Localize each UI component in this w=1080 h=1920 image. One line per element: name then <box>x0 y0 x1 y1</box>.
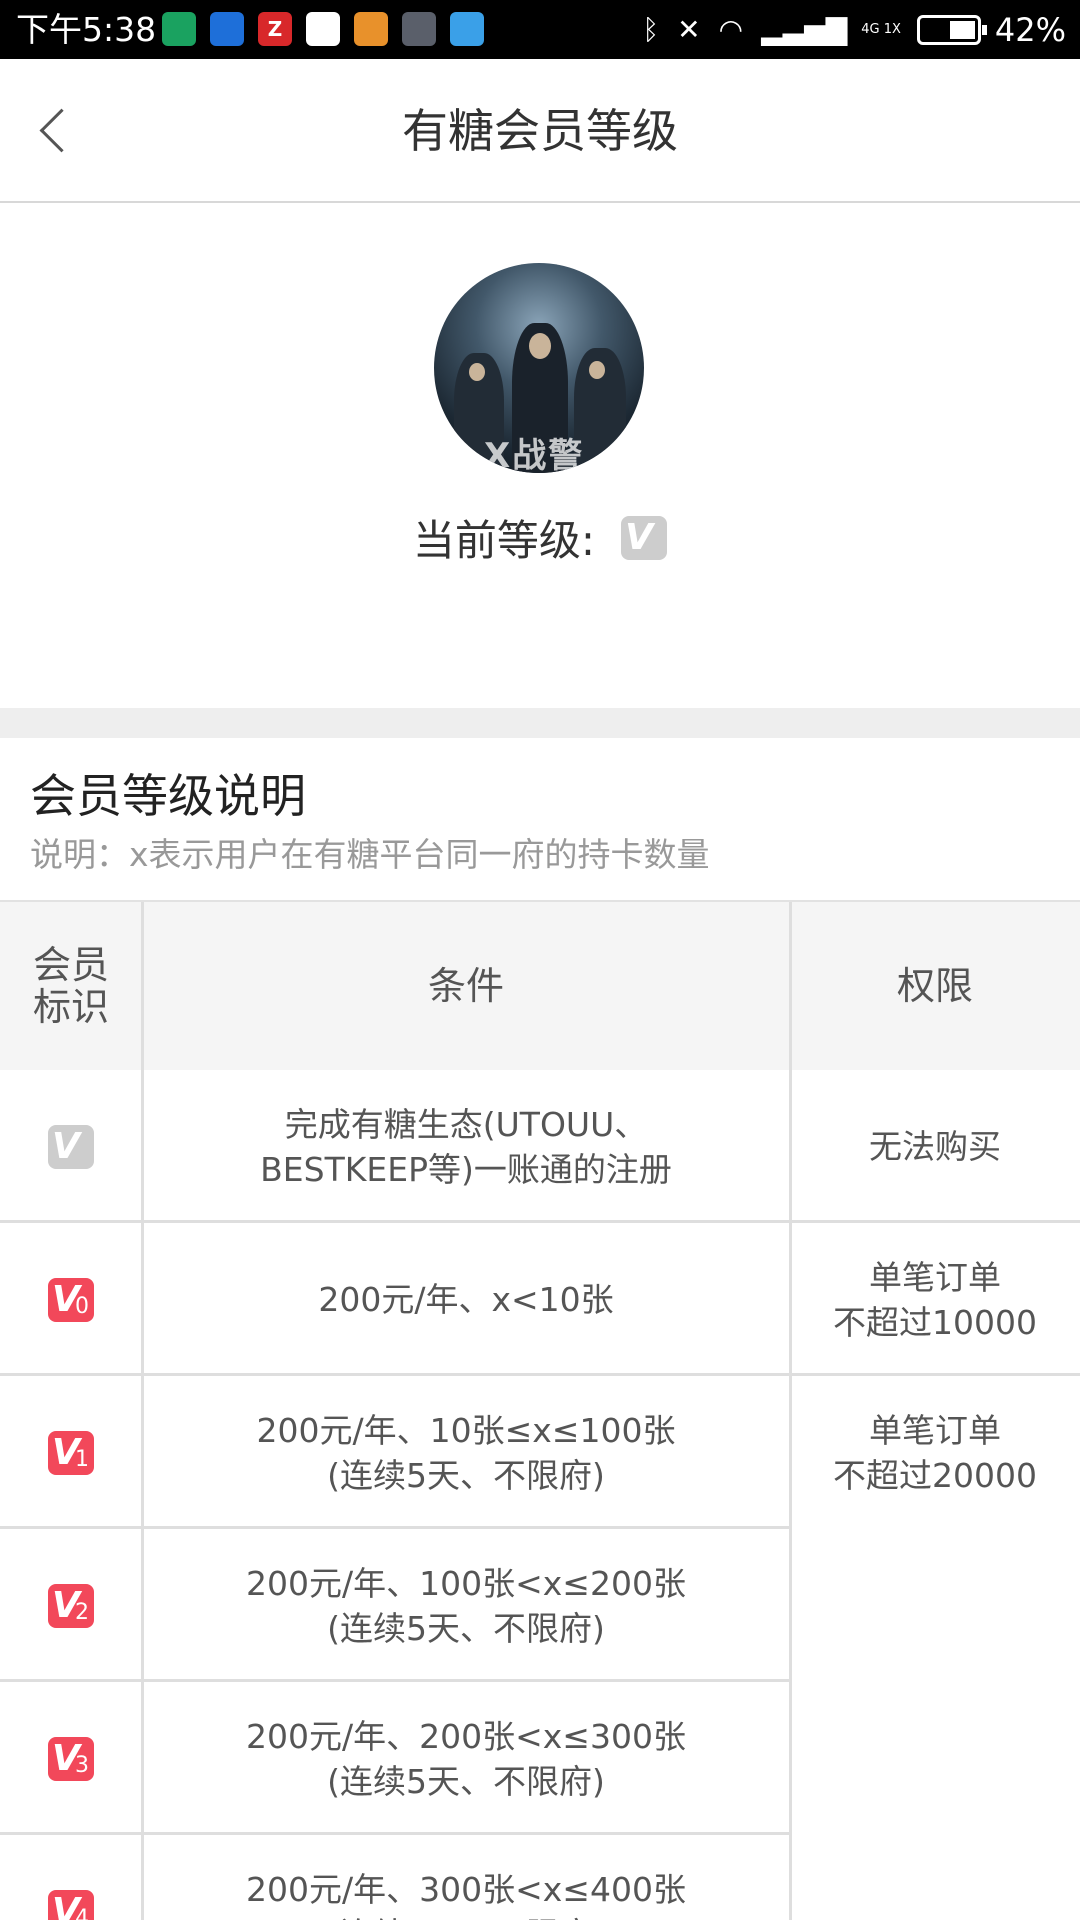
notification-icons: Z <box>162 12 498 46</box>
bluetooth-icon: ᛒ <box>642 13 660 46</box>
permission-cell: 单笔订单 不超过20000 <box>833 1410 1037 1495</box>
level-intro: 会员等级说明 说明：x表示用户在有糖平台同一府的持卡数量 <box>0 738 1080 902</box>
signal-icon: ▂▃▅▇ <box>761 13 848 46</box>
table-row: V 3 200元/年、200张<x≤300张 (连续5天、不限府) <box>0 1682 1080 1835</box>
level-badge-cell: V0 <box>0 1223 142 1376</box>
condition-cell: 200元/年、100张<x≤200张 (连续5天、不限府) <box>246 1563 686 1648</box>
vibrate-off-icon: ✕ <box>677 13 701 46</box>
table-row: V 2 200元/年、100张<x≤200张 (连续5天、不限府) <box>0 1529 1080 1682</box>
status-time: 下午5:38 <box>16 10 157 49</box>
level-badge-cell: V1 <box>0 1376 142 1529</box>
level-badge-cell: V2 <box>0 1529 142 1682</box>
intro-note: 说明：x表示用户在有糖平台同一府的持卡数量 <box>30 835 710 874</box>
permission-cell: 无法购买 <box>869 1127 1001 1166</box>
current-level-row: 当前等级: V <box>0 507 1080 568</box>
condition-cell: 200元/年、300张<x≤400张 (连续5天、不限府) <box>246 1869 686 1920</box>
header-condition: 条件 <box>427 964 504 1008</box>
permission-cell <box>790 1835 1080 1920</box>
level-badge-cell: V <box>0 1070 142 1223</box>
level-table: 会员 标识 条件 权限 V 完成有糖生态(UTOUU、 BESTKEEP等)一账通… <box>0 902 1080 1920</box>
battery-percent: 42% <box>994 11 1066 49</box>
avatar[interactable]: X战警 <box>434 263 644 473</box>
level-badge-cell: V4 <box>0 1835 142 1920</box>
grey-app-icon <box>402 12 436 46</box>
level-badge-icon: V1 <box>48 1430 94 1475</box>
network-type: 4G 1X <box>861 22 901 37</box>
header-badge: 会员 标识 <box>32 943 109 1029</box>
status-right: ᛒ ✕ ◠ ▂▃▅▇ 4G 1X 42% <box>624 10 1066 50</box>
table-row: V4 200元/年、300张<x≤400张 (连续5天、不限府) <box>0 1835 1080 1920</box>
column-divider <box>789 902 792 1920</box>
status-bar: 下午5:38 Z ᛒ ✕ ◠ ▂▃▅▇ 4G 1X 42% <box>0 0 1080 59</box>
profile-section: X战警 当前等级: V <box>0 205 1080 708</box>
qq-app-icon <box>306 12 340 46</box>
permission-cell <box>790 1529 1080 1682</box>
section-divider <box>0 708 1080 738</box>
condition-cell: 200元/年、200张<x≤300张 (连续5天、不限府) <box>246 1716 686 1801</box>
condition-cell: 完成有糖生态(UTOUU、 BESTKEEP等)一账通的注册 <box>260 1104 672 1189</box>
battery-icon <box>916 15 987 45</box>
avatar-text: X战警 <box>484 436 585 473</box>
permission-cell <box>790 1682 1080 1835</box>
condition-cell: 200元/年、x<10张 <box>318 1280 614 1319</box>
permission-cell: 单笔订单 不超过10000 <box>833 1257 1037 1342</box>
bird-app-icon <box>210 12 244 46</box>
intro-title: 会员等级说明 <box>30 769 306 823</box>
current-level-label: 当前等级: <box>412 516 596 565</box>
level-badge-icon: V2 <box>48 1583 94 1628</box>
level-badge-icon: V3 <box>48 1736 94 1781</box>
table-row: V 完成有糖生态(UTOUU、 BESTKEEP等)一账通的注册 无法购买 <box>0 1070 1080 1223</box>
level-badge-cell: V3 <box>0 1682 142 1835</box>
header-permission: 权限 <box>896 964 973 1008</box>
browser-app-icon <box>450 12 484 46</box>
table-row: V 1 200元/年、10张≤x≤100张 (连续5天、不限府) 单笔订单 不超过20… <box>0 1376 1080 1529</box>
page-title: 有糖会员等级 <box>402 104 678 158</box>
app-header: 有糖会员等级 <box>0 59 1080 203</box>
table-header: 会员 标识 条件 权限 <box>0 902 1080 1070</box>
condition-cell: 200元/年、10张≤x≤100张 (连续5天、不限府) <box>256 1410 676 1495</box>
level-badge-icon: V <box>48 1124 94 1169</box>
orange-app-icon <box>354 12 388 46</box>
level-badge-icon: V0 <box>48 1277 94 1322</box>
z-app-icon: Z <box>258 12 292 46</box>
current-level-badge: V <box>621 515 668 560</box>
column-divider <box>141 902 144 1920</box>
table-row: V 0 200元/年、x<10张 单笔订单 不超过10000 <box>0 1223 1080 1376</box>
level-badge-icon: V4 <box>48 1889 94 1920</box>
wifi-icon: ◠ <box>718 13 744 46</box>
shield-app-icon <box>162 12 196 46</box>
